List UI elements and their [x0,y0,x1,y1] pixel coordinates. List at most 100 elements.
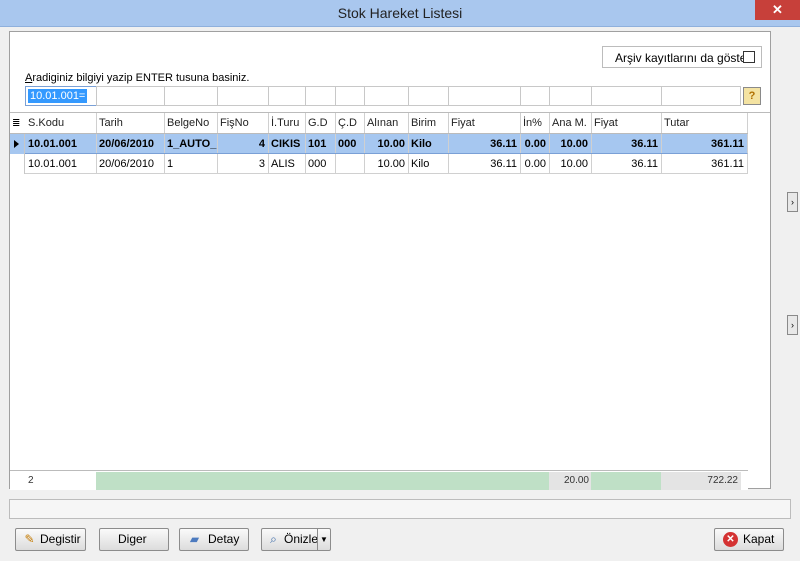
list-panel: Arşiv kayıtlarını da göste Aradiginiz bi… [9,31,771,490]
cell-fiyat2[interactable]: 36.11 [591,134,662,154]
client-area: Arşiv kayıtlarını da göste Aradiginiz bi… [6,27,794,555]
cell-tutar[interactable]: 361.11 [661,134,748,154]
filter-tarih-input[interactable] [96,86,165,106]
row-indicator [10,134,25,154]
col-tarih[interactable]: Tarih [96,113,165,133]
filter-birim-input[interactable] [408,86,449,106]
cell-birim[interactable]: Kilo [408,134,449,154]
cell-ituru[interactable]: ALIS [268,154,306,174]
col-tutar[interactable]: Tutar [661,113,748,133]
filter-gd-input[interactable] [305,86,336,106]
cell-cd[interactable] [335,154,365,174]
table-row[interactable]: 10.01.001 20/06/2010 1_AUTO_ 4 CIKIS 101… [10,134,748,154]
filter-ituru-input[interactable] [268,86,306,106]
col-anam[interactable]: Ana M. [549,113,592,133]
filter-skodu-value: 10.01.001= [28,89,88,103]
right-splitter: › › [787,100,800,450]
status-bar [9,499,791,519]
onizle-button[interactable]: ⌕ Önizle ▼ [261,528,331,551]
search-hint: Aradiginiz bilgiyi yazip ENTER tusuna ba… [25,72,249,84]
window-title: Stok Hareket Listesi [337,5,463,21]
cell-ituru[interactable]: CIKIS [268,134,306,154]
grid-header: ≣ S.Kodu Tarih BelgeNo FişNo İ.Turu G.D … [10,113,748,134]
diger-label: Diger [118,532,147,546]
col-birim[interactable]: Birim [408,113,449,133]
col-fisno[interactable]: FişNo [217,113,269,133]
cell-fisno[interactable]: 4 [217,134,269,154]
filter-anam-input[interactable] [549,86,592,106]
archive-label: Arşiv kayıtlarını da göste [615,51,747,65]
cell-skodu[interactable]: 10.01.001 [25,154,97,174]
pencil-icon: ✎ [24,532,35,546]
footer-tutar-total: 722.22 [661,472,741,490]
filter-cd-input[interactable] [335,86,365,106]
cell-skodu[interactable]: 10.01.001 [25,134,97,154]
cell-cd[interactable]: 000 [335,134,365,154]
archive-checkbox-group[interactable]: Arşiv kayıtlarını da göste [602,46,762,68]
search-hint-text: radiginiz bilgiyi yazip ENTER tusuna bas… [32,72,250,84]
cell-in[interactable]: 0.00 [520,154,550,174]
cell-gd[interactable]: 101 [305,134,336,154]
column-chooser-icon[interactable]: ≣ [12,118,20,129]
preview-icon: ⌕ [270,532,277,546]
cell-gd[interactable]: 000 [305,154,336,174]
col-belgeno[interactable]: BelgeNo [164,113,218,133]
footer-green-area-2 [591,472,662,490]
kapat-button[interactable]: ✕ Kapat [714,528,784,551]
filter-alinan-input[interactable] [364,86,409,106]
degistir-button[interactable]: ✎ Degistir [15,528,86,551]
col-fiyat2[interactable]: Fiyat [591,113,662,133]
close-icon: ✕ [723,532,738,547]
filter-in-input[interactable] [520,86,550,106]
detay-label: Detay [208,532,240,546]
cell-tarih[interactable]: 20/06/2010 [96,154,165,174]
filter-skodu-input[interactable]: 10.01.001= [25,86,97,106]
filter-tutar-input[interactable] [661,86,741,106]
cell-fiyat2[interactable]: 36.11 [591,154,662,174]
cell-tutar[interactable]: 361.11 [661,154,748,174]
chevron-down-icon[interactable]: ▼ [317,529,330,550]
cell-fiyat[interactable]: 36.11 [448,154,521,174]
row-indicator [10,154,25,174]
current-row-arrow-icon [14,140,19,148]
filter-fiyat2-input[interactable] [591,86,662,106]
filter-fiyat-input[interactable] [448,86,521,106]
kapat-label: Kapat [743,532,775,546]
cell-fisno[interactable]: 3 [217,154,269,174]
close-window-button[interactable]: ✕ [755,0,800,20]
table-row[interactable]: 10.01.001 20/06/2010 1 3 ALIS 000 10.00 … [10,154,748,174]
cell-anam[interactable]: 10.00 [549,134,592,154]
cell-belgeno[interactable]: 1 [164,154,218,174]
stock-movement-grid: ≣ S.Kodu Tarih BelgeNo FişNo İ.Turu G.D … [10,112,770,484]
filter-fisno-input[interactable] [217,86,269,106]
footer-anam-total: 20.00 [549,472,592,490]
archive-checkbox[interactable] [743,51,755,63]
col-gd[interactable]: G.D [305,113,336,133]
splitter-tab-bottom-icon[interactable]: › [787,315,798,335]
filter-icon[interactable]: ? [743,87,761,105]
onizle-label: Önizle [284,532,319,546]
cell-alinan[interactable]: 10.00 [364,154,409,174]
footer-count: 2 [28,475,34,486]
folder-icon: ▰ [189,532,200,546]
col-ituru[interactable]: İ.Turu [268,113,306,133]
cell-birim[interactable]: Kilo [408,154,449,174]
title-bar: Stok Hareket Listesi ✕ [0,0,800,27]
filter-belgeno-input[interactable] [164,86,218,106]
splitter-tab-top-icon[interactable]: › [787,192,798,212]
col-skodu[interactable]: S.Kodu [25,113,97,133]
cell-anam[interactable]: 10.00 [549,154,592,174]
col-in[interactable]: İn% [520,113,550,133]
col-alinan[interactable]: Alınan [364,113,409,133]
col-fiyat[interactable]: Fiyat [448,113,521,133]
diger-button[interactable]: Diger [99,528,169,551]
detay-button[interactable]: ▰ Detay [179,528,249,551]
cell-belgeno[interactable]: 1_AUTO_ [164,134,218,154]
cell-tarih[interactable]: 20/06/2010 [96,134,165,154]
col-cd[interactable]: Ç.D [335,113,365,133]
footer-green-area [96,472,549,490]
cell-in[interactable]: 0.00 [520,134,550,154]
degistir-label: Degistir [40,532,81,546]
cell-alinan[interactable]: 10.00 [364,134,409,154]
cell-fiyat[interactable]: 36.11 [448,134,521,154]
